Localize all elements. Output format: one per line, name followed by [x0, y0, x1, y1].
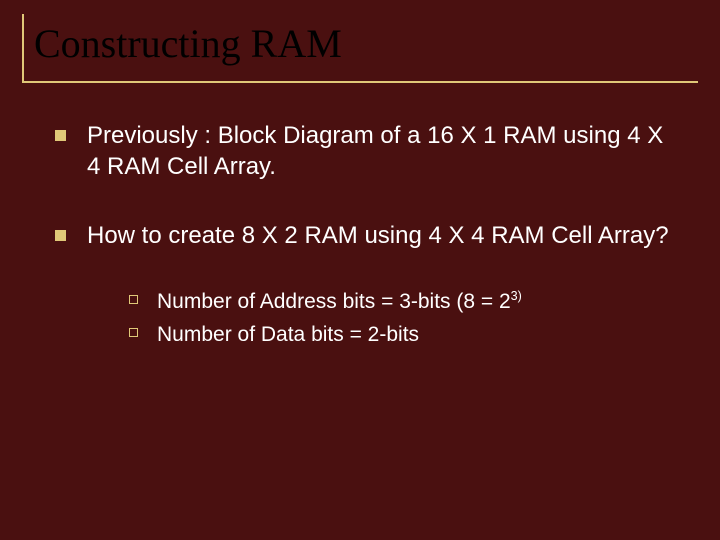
- sub-bullet-item: Number of Data bits = 2-bits: [129, 321, 680, 348]
- title-rule-box: Constructing RAM: [22, 14, 698, 83]
- bullet-text: Previously : Block Diagram of a 16 X 1 R…: [87, 122, 663, 180]
- sub-bullet-list: Number of Address bits = 3-bits (8 = 23)…: [87, 288, 680, 349]
- outline-square-bullet-icon: [129, 295, 138, 304]
- outline-square-bullet-icon: [129, 328, 138, 337]
- square-bullet-icon: [55, 130, 66, 141]
- sub-bullet-text: Number of Data bits = 2-bits: [157, 323, 419, 346]
- title-container: Constructing RAM: [22, 14, 698, 83]
- slide-body: Previously : Block Diagram of a 16 X 1 R…: [55, 120, 680, 386]
- bullet-text: How to create 8 X 2 RAM using 4 X 4 RAM …: [87, 222, 669, 249]
- sub-bullet-text: Number of Address bits = 3-bits (8 = 23): [157, 290, 522, 313]
- sub-bullet-item: Number of Address bits = 3-bits (8 = 23): [129, 288, 680, 315]
- square-bullet-icon: [55, 230, 66, 241]
- slide-title: Constructing RAM: [34, 20, 698, 67]
- bullet-item: How to create 8 X 2 RAM using 4 X 4 RAM …: [55, 220, 680, 348]
- bullet-item: Previously : Block Diagram of a 16 X 1 R…: [55, 120, 680, 182]
